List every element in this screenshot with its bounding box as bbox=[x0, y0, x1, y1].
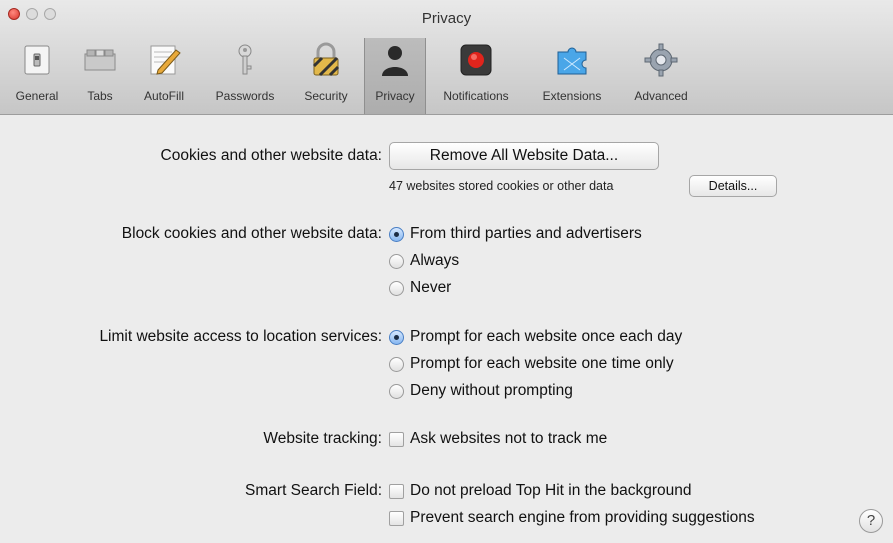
block-option-always[interactable]: Always bbox=[389, 251, 459, 271]
toolbar-item-label: Extensions bbox=[542, 89, 602, 103]
radio-button[interactable] bbox=[389, 280, 404, 296]
toolbar-item-advanced[interactable]: Advanced bbox=[622, 40, 700, 112]
do-not-track-option[interactable]: Ask websites not to track me bbox=[389, 429, 607, 449]
radio-label: Prompt for each website once each day bbox=[410, 328, 683, 345]
checkbox-label: Prevent search engine from providing sug… bbox=[410, 509, 755, 526]
notifications-icon bbox=[458, 42, 494, 78]
website-tracking-label: Website tracking: bbox=[263, 430, 382, 447]
block-cookies-label: Block cookies and other website data: bbox=[121, 225, 382, 242]
radio-button-selected[interactable] bbox=[389, 226, 404, 242]
block-option-third-parties[interactable]: From third parties and advertisers bbox=[389, 224, 642, 244]
location-option-deny[interactable]: Deny without prompting bbox=[389, 381, 573, 401]
radio-button[interactable] bbox=[389, 383, 404, 399]
autofill-pencil-icon bbox=[146, 42, 182, 78]
toolbar-item-tabs[interactable]: Tabs bbox=[78, 40, 122, 112]
toolbar: Privacy General Tabs AutoFill Passwords … bbox=[0, 0, 893, 115]
help-button[interactable]: ? bbox=[859, 509, 883, 533]
cookies-label: Cookies and other website data: bbox=[160, 147, 382, 164]
puzzle-icon bbox=[554, 42, 590, 78]
radio-button[interactable] bbox=[389, 356, 404, 372]
toolbar-item-label: AutoFill bbox=[143, 89, 184, 103]
key-icon bbox=[227, 42, 263, 78]
search-suggestions-checkbox[interactable] bbox=[389, 510, 404, 526]
remove-all-website-data-button[interactable]: Remove All Website Data... bbox=[389, 142, 659, 170]
tabs-icon bbox=[82, 42, 118, 78]
preferences-window: Privacy General Tabs AutoFill Passwords … bbox=[0, 0, 893, 543]
toolbar-item-label: Security bbox=[304, 89, 348, 103]
toolbar-item-security[interactable]: Security bbox=[292, 40, 360, 112]
checkbox-label: Ask websites not to track me bbox=[410, 430, 608, 447]
window-title: Privacy bbox=[421, 10, 472, 27]
toolbar-item-label: General bbox=[15, 89, 59, 103]
radio-label: Deny without prompting bbox=[410, 382, 573, 399]
smart-search-field-label: Smart Search Field: bbox=[245, 482, 382, 499]
toolbar-item-label: Tabs bbox=[87, 89, 113, 103]
radio-label: Always bbox=[410, 252, 460, 269]
location-option-one-time-only[interactable]: Prompt for each website one time only bbox=[389, 354, 674, 374]
toolbar-item-privacy[interactable]: Privacy bbox=[364, 38, 426, 114]
lock-icon bbox=[308, 42, 344, 78]
radio-label: Prompt for each website one time only bbox=[410, 355, 674, 372]
toolbar-item-label: Advanced bbox=[634, 89, 688, 103]
radio-button[interactable] bbox=[389, 253, 404, 269]
toolbar-item-extensions[interactable]: Extensions bbox=[532, 40, 612, 112]
radio-button-selected[interactable] bbox=[389, 329, 404, 345]
stored-cookies-count: 47 websites stored cookies or other data bbox=[389, 179, 614, 193]
checkbox-label: Do not preload Top Hit in the background bbox=[410, 482, 692, 499]
location-option-once-each-day[interactable]: Prompt for each website once each day bbox=[389, 327, 682, 347]
toolbar-item-general[interactable]: General bbox=[12, 40, 62, 112]
preload-top-hit-option[interactable]: Do not preload Top Hit in the background bbox=[389, 481, 691, 501]
preload-top-hit-checkbox[interactable] bbox=[389, 483, 404, 499]
radio-label: From third parties and advertisers bbox=[410, 225, 642, 242]
radio-label: Never bbox=[410, 279, 452, 296]
toolbar-item-label: Passwords bbox=[215, 89, 275, 103]
toolbar-item-passwords[interactable]: Passwords bbox=[205, 40, 285, 112]
privacy-pane: Cookies and other website data: Remove A… bbox=[0, 115, 893, 543]
details-button[interactable]: Details... bbox=[689, 175, 777, 197]
do-not-track-checkbox[interactable] bbox=[389, 431, 404, 447]
search-suggestions-option[interactable]: Prevent search engine from providing sug… bbox=[389, 508, 755, 528]
toolbar-item-autofill[interactable]: AutoFill bbox=[134, 40, 194, 112]
toolbar-item-notifications[interactable]: Notifications bbox=[428, 40, 524, 112]
toolbar-item-label: Privacy bbox=[375, 89, 415, 103]
block-option-never[interactable]: Never bbox=[389, 278, 451, 298]
gear-icon bbox=[643, 42, 679, 78]
toolbar-item-label: Notifications bbox=[443, 89, 509, 103]
location-services-label: Limit website access to location service… bbox=[99, 328, 382, 345]
person-silhouette-icon bbox=[377, 42, 413, 78]
general-switch-icon bbox=[19, 42, 55, 78]
